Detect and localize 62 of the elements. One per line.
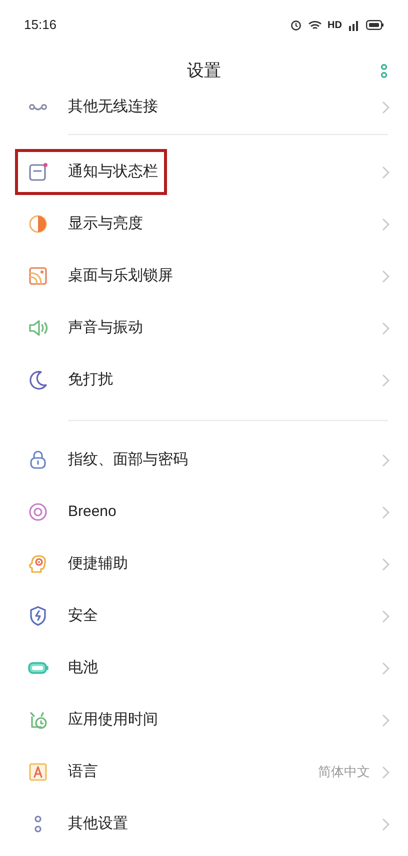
alarm-icon xyxy=(290,19,302,31)
lock-icon xyxy=(27,449,49,471)
item-label: 安全 xyxy=(68,606,99,626)
settings-item[interactable]: Breeno xyxy=(0,486,408,538)
chevron-icon xyxy=(382,662,390,674)
item-label: Breeno xyxy=(68,502,118,522)
moon-icon xyxy=(27,369,49,391)
shield-icon xyxy=(27,605,49,627)
settings-item[interactable]: 显示与亮度 xyxy=(0,198,408,250)
item-label: 声音与振动 xyxy=(68,318,144,338)
chevron-icon xyxy=(382,714,390,726)
item-label: 语言 xyxy=(68,762,99,782)
chevron-icon xyxy=(382,558,390,570)
item-label: 其他无线连接 xyxy=(68,96,159,117)
item-label: 指纹、面部与密码 xyxy=(68,450,189,470)
letter-a-icon xyxy=(27,761,49,783)
settings-item[interactable]: 安全 xyxy=(0,590,408,642)
item-label: 显示与亮度 xyxy=(68,214,144,234)
page-title: 设置 xyxy=(187,60,221,82)
speaker-icon xyxy=(27,317,49,339)
settings-item[interactable]: 其他无线连接 xyxy=(0,92,408,122)
settings-item[interactable]: 免打扰 xyxy=(0,354,408,406)
settings-item[interactable]: 电池 xyxy=(0,642,408,694)
settings-item[interactable]: 应用使用时间 xyxy=(0,694,408,746)
settings-item[interactable]: 桌面与乐划锁屏 xyxy=(0,250,408,302)
settings-item[interactable]: 语言 简体中文 xyxy=(0,746,408,798)
chevron-icon xyxy=(382,270,390,282)
chevron-icon xyxy=(382,766,390,778)
wifi-icon xyxy=(308,20,322,30)
chevron-icon xyxy=(382,218,390,230)
item-label: 通知与状态栏 xyxy=(68,162,159,182)
chevron-icon xyxy=(382,506,390,518)
chevron-icon xyxy=(382,454,390,466)
item-label: 桌面与乐划锁屏 xyxy=(68,266,174,286)
settings-item[interactable]: 声音与振动 xyxy=(0,302,408,354)
more-icon[interactable] xyxy=(380,63,388,79)
wallpaper-icon xyxy=(27,265,49,287)
settings-item[interactable]: 通知与状态栏 xyxy=(0,146,408,198)
status-time: 15:16 xyxy=(24,16,57,34)
notification-icon xyxy=(27,161,49,183)
chevron-icon xyxy=(382,610,390,622)
item-value: 简体中文 xyxy=(318,763,370,782)
settings-item[interactable]: 便捷辅助 xyxy=(0,538,408,590)
item-label: 电池 xyxy=(68,658,99,678)
battery-icon xyxy=(366,20,384,30)
chevron-icon xyxy=(382,322,390,334)
chevron-icon xyxy=(382,100,390,114)
settings-item[interactable]: 指纹、面部与密码 xyxy=(0,434,408,486)
chevron-icon xyxy=(382,166,390,178)
half-circle-icon xyxy=(27,213,49,235)
network-label: HD xyxy=(328,18,342,32)
chevron-icon xyxy=(382,818,390,830)
item-label: 便捷辅助 xyxy=(68,554,129,574)
link-icon xyxy=(27,104,49,110)
chevron-icon xyxy=(382,374,390,386)
head-icon xyxy=(27,553,49,575)
item-label: 应用使用时间 xyxy=(68,710,159,730)
item-label: 其他设置 xyxy=(68,814,129,834)
ring-icon xyxy=(27,501,49,523)
signal-icon xyxy=(348,20,360,30)
settings-item[interactable]: 其他设置 xyxy=(0,798,408,850)
item-label: 免打扰 xyxy=(68,370,114,390)
